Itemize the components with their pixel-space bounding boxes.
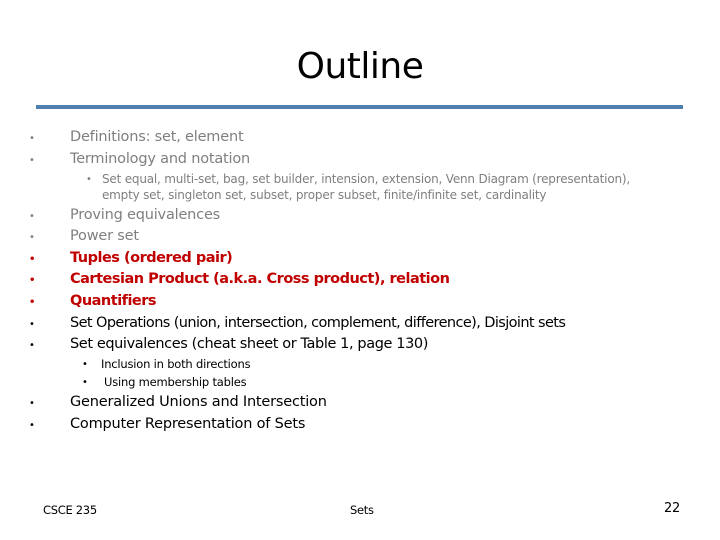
outline-item-text: Tuples (ordered pair) [70, 250, 233, 266]
outline-item-text: Generalized Unions and Intersection [70, 394, 327, 410]
bullet-icon: • [82, 359, 88, 370]
bullet-icon: • [29, 398, 35, 409]
outline-item-text: Set Operations (union, intersection, com… [70, 315, 566, 331]
bullet-icon: • [86, 174, 92, 185]
bullet-icon: • [29, 275, 36, 286]
outline-subitem-text-line-1: Set equal, multi-set, bag, set builder, … [102, 172, 630, 186]
outline-item-text: Terminology and notation [70, 151, 251, 167]
outline-subitem-text: Inclusion in both directions [101, 357, 251, 371]
outline-subitem-text: Using membership tables [104, 375, 247, 389]
bullet-icon: • [29, 319, 35, 330]
bullet-icon: • [29, 155, 35, 166]
outline-item-text: Power set [70, 228, 139, 244]
bullet-icon: • [82, 377, 88, 388]
footer-page-number: 22 [664, 501, 680, 516]
bullet-icon: • [29, 133, 35, 144]
bullet-icon: • [29, 340, 35, 351]
footer-course: CSCE 235 [43, 503, 97, 517]
outline-item-text: Cartesian Product (a.k.a. Cross product)… [70, 271, 450, 287]
outline-item-text: Set equivalences (cheat sheet or Table 1… [70, 336, 428, 352]
bullet-icon: • [29, 297, 36, 308]
footer-topic: Sets [350, 503, 374, 517]
outline-list: • Definitions: set, element • Terminolog… [0, 0, 720, 540]
bullet-icon: • [29, 211, 35, 222]
bullet-icon: • [29, 232, 35, 243]
bullet-icon: • [29, 420, 35, 431]
outline-item-text: Quantifiers [70, 293, 157, 309]
outline-item-text: Definitions: set, element [70, 129, 244, 145]
bullet-icon: • [29, 254, 36, 265]
outline-item-text: Proving equivalences [70, 207, 221, 223]
outline-subitem-text-line-2: empty set, singleton set, subset, proper… [102, 188, 547, 202]
outline-item-text: Computer Representation of Sets [70, 416, 306, 432]
